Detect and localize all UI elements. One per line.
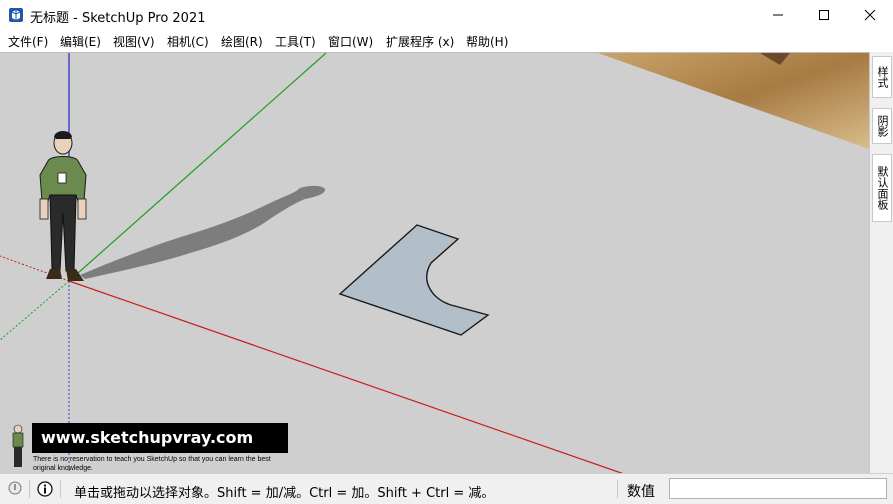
watermark-overlay: www.sketchupvray.com There is no reserva… [8, 423, 288, 473]
menu-draw[interactable]: 绘图(R) [221, 33, 263, 50]
maximize-button[interactable] [801, 0, 847, 30]
minimize-button[interactable] [755, 0, 801, 30]
close-icon [864, 9, 876, 21]
scene-canvas[interactable] [0, 53, 869, 474]
tray-tab-shadows[interactable]: 阴影 [872, 108, 892, 144]
close-button[interactable] [847, 0, 893, 30]
measurements-label: 数值 [627, 484, 655, 500]
sketchup-app-icon [9, 8, 23, 22]
figure-shadow [80, 185, 326, 279]
menu-help[interactable]: 帮助(H) [466, 33, 508, 50]
window-title: 无标题 - SketchUp Pro 2021 [30, 11, 206, 26]
status-hint: 单击或拖动以选择对象。Shift = 加/减。Ctrl = 加。Shift + … [74, 486, 495, 501]
maximize-icon [819, 10, 829, 20]
status-separator [617, 480, 618, 498]
menu-file[interactable]: 文件(F) [8, 33, 48, 50]
tray-tab-styles[interactable]: 样式 [872, 56, 892, 98]
ground-texture-patch [598, 53, 869, 149]
status-bar: 单击或拖动以选择对象。Shift = 加/减。Ctrl = 加。Shift + … [0, 473, 893, 504]
menu-view[interactable]: 视图(V) [113, 33, 155, 50]
scale-figure[interactable] [39, 131, 87, 281]
modeling-viewport[interactable] [0, 52, 869, 474]
menu-extensions[interactable]: 扩展程序 (x) [386, 33, 454, 50]
menu-edit[interactable]: 编辑(E) [60, 33, 101, 50]
title-bar: 无标题 - SketchUp Pro 2021 [0, 0, 893, 30]
tray-tab-default-panel[interactable]: 默认面板 [872, 154, 892, 222]
menu-tools[interactable]: 工具(T) [275, 33, 316, 50]
status-separator [29, 480, 30, 498]
watermark-site-banner: www.sketchupvray.com [32, 423, 288, 453]
green-axis-negative [0, 280, 70, 341]
menu-window[interactable]: 窗口(W) [328, 33, 373, 50]
watermark-tagline: There is no reservation to teach you Ske… [33, 456, 271, 472]
l-shaped-face[interactable] [338, 224, 490, 336]
minimize-icon [773, 14, 783, 16]
geo-location-icon[interactable] [8, 481, 22, 497]
measurements-input[interactable] [669, 478, 887, 499]
menu-camera[interactable]: 相机(C) [167, 33, 209, 50]
menu-bar: 文件(F) 编辑(E) 视图(V) 相机(C) 绘图(R) 工具(T) 窗口(W… [0, 30, 893, 53]
info-icon[interactable] [37, 481, 53, 497]
status-separator [60, 480, 61, 498]
watermark-figure-icon [12, 424, 24, 467]
default-tray: 样式 阴影 默认面板 [869, 52, 893, 473]
